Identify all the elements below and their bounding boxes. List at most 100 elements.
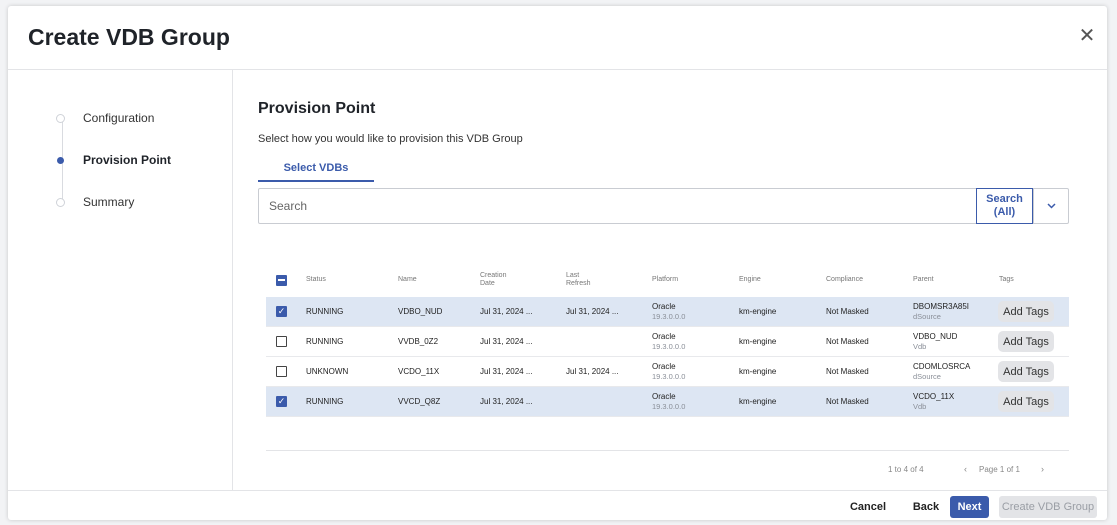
- parent-name: DBOMSR3A85I: [913, 301, 970, 311]
- row-checkbox[interactable]: ✓: [276, 306, 287, 317]
- next-button[interactable]: Next: [950, 496, 989, 518]
- cell-name: VVCD_Q8Z: [398, 397, 441, 406]
- parent-type: dSource: [913, 311, 941, 321]
- header-last-refresh[interactable]: Last Refresh: [566, 263, 600, 297]
- header-name[interactable]: Name: [398, 263, 417, 297]
- header-platform[interactable]: Platform: [652, 263, 678, 297]
- cell-parent: VCDO_11X Vdb: [913, 387, 954, 416]
- table-row[interactable]: UNKNOWN VCDO_11X Jul 31, 2024 ... Jul 31…: [266, 357, 1069, 387]
- platform-version: 19.3.0.0.0: [652, 401, 686, 411]
- vdb-table: Status Name Creation Date Last Refresh P…: [266, 263, 1069, 417]
- cell-compliance: Not Masked: [826, 367, 869, 376]
- table-footer-divider: [266, 450, 1069, 451]
- header-compliance[interactable]: Compliance: [826, 263, 863, 297]
- cell-parent: DBOMSR3A85I dSource: [913, 297, 969, 326]
- cell-created: Jul 31, 2024 ...: [480, 337, 533, 346]
- chevron-left-icon[interactable]: ‹: [964, 464, 967, 474]
- step-dot-icon: [56, 197, 65, 207]
- cell-refreshed: Jul 31, 2024 ...: [566, 307, 619, 316]
- step-label: Summary: [83, 195, 135, 209]
- cell-status: RUNNING: [306, 307, 344, 316]
- cell-created: Jul 31, 2024 ...: [480, 397, 533, 406]
- section-title: Provision Point: [258, 100, 376, 117]
- platform-version: 19.3.0.0.0: [652, 371, 686, 381]
- cell-platform: Oracle 19.3.0.0.0: [652, 357, 685, 386]
- row-checkbox[interactable]: [276, 336, 287, 347]
- select-all-cell: [276, 263, 287, 297]
- row-checkbox[interactable]: [276, 366, 287, 377]
- dialog-header: Create VDB Group ✕: [8, 6, 1107, 70]
- main-content: Provision Point Select how you would lik…: [258, 70, 1107, 490]
- add-tags-button[interactable]: Add Tags: [998, 331, 1054, 352]
- cell-created: Jul 31, 2024 ...: [480, 307, 533, 316]
- add-tags-button[interactable]: Add Tags: [998, 391, 1054, 412]
- cell-compliance: Not Masked: [826, 307, 869, 316]
- search-scope-label: Search (All): [986, 193, 1023, 218]
- header-engine[interactable]: Engine: [739, 263, 761, 297]
- close-icon[interactable]: ✕: [1075, 24, 1099, 48]
- cell-refreshed: Jul 31, 2024 ...: [566, 367, 619, 376]
- create-vdb-group-dialog: Create VDB Group ✕ Configuration Provisi…: [8, 6, 1107, 520]
- platform-version: 19.3.0.0.0: [652, 341, 686, 351]
- step-label: Configuration: [83, 111, 155, 125]
- cell-parent: CDOMLOSRCA dSource: [913, 357, 970, 386]
- step-summary[interactable]: Summary: [56, 192, 134, 212]
- search-input[interactable]: [259, 189, 976, 223]
- platform-name: Oracle: [652, 361, 676, 371]
- pagination-page: Page 1 of 1: [979, 465, 1020, 474]
- header-tags[interactable]: Tags: [999, 263, 1014, 297]
- search-bar: Search (All): [258, 188, 1069, 224]
- step-label: Provision Point: [83, 153, 172, 167]
- cell-engine: km-engine: [739, 337, 777, 346]
- add-tags-button[interactable]: Add Tags: [998, 361, 1054, 382]
- add-tags-button[interactable]: Add Tags: [998, 301, 1054, 322]
- parent-name: CDOMLOSRCA: [913, 361, 971, 371]
- parent-name: VCDO_11X: [913, 391, 955, 401]
- table-row[interactable]: ✓ RUNNING VDBO_NUD Jul 31, 2024 ... Jul …: [266, 297, 1069, 327]
- cell-parent: VDBO_NUD Vdb: [913, 327, 957, 356]
- back-button[interactable]: Back: [911, 496, 941, 518]
- step-dot-active-icon: [57, 156, 64, 164]
- section-description: Select how you would like to provision t…: [258, 133, 523, 145]
- tab-select-vdbs[interactable]: Select VDBs: [258, 156, 374, 182]
- parent-type: Vdb: [913, 401, 927, 411]
- step-provision-point[interactable]: Provision Point: [56, 150, 171, 170]
- header-parent[interactable]: Parent: [913, 263, 934, 297]
- header-creation-date[interactable]: Creation Date: [480, 263, 520, 297]
- table-row[interactable]: RUNNING VVDB_0Z2 Jul 31, 2024 ... Oracle…: [266, 327, 1069, 357]
- cell-engine: km-engine: [739, 307, 777, 316]
- wizard-stepper: Configuration Provision Point Summary: [8, 70, 233, 490]
- step-dot-icon: [56, 113, 65, 123]
- cell-created: Jul 31, 2024 ...: [480, 367, 533, 376]
- cell-compliance: Not Masked: [826, 397, 869, 406]
- cell-status: UNKNOWN: [306, 367, 349, 376]
- cell-compliance: Not Masked: [826, 337, 869, 346]
- create-vdb-group-button[interactable]: Create VDB Group: [999, 496, 1097, 518]
- cancel-button[interactable]: Cancel: [850, 496, 886, 518]
- table-row[interactable]: ✓ RUNNING VVCD_Q8Z Jul 31, 2024 ... Orac…: [266, 387, 1069, 417]
- platform-name: Oracle: [652, 331, 676, 341]
- cell-status: RUNNING: [306, 397, 344, 406]
- row-checkbox[interactable]: ✓: [276, 396, 287, 407]
- platform-name: Oracle: [652, 301, 676, 311]
- table-header: Status Name Creation Date Last Refresh P…: [266, 263, 1069, 297]
- cell-name: VDBO_NUD: [398, 307, 443, 316]
- cell-name: VCDO_11X: [398, 367, 440, 376]
- parent-type: dSource: [913, 371, 941, 381]
- header-status[interactable]: Status: [306, 263, 326, 297]
- pagination-count: 1 to 4 of 4: [888, 465, 924, 474]
- chevron-down-icon[interactable]: [1033, 189, 1068, 223]
- platform-version: 19.3.0.0.0: [652, 311, 686, 321]
- chevron-right-icon[interactable]: ›: [1041, 464, 1044, 474]
- cell-name: VVDB_0Z2: [398, 337, 439, 346]
- dialog-title: Create VDB Group: [28, 24, 230, 50]
- cell-platform: Oracle 19.3.0.0.0: [652, 387, 685, 416]
- cell-status: RUNNING: [306, 337, 344, 346]
- cell-platform: Oracle 19.3.0.0.0: [652, 327, 685, 356]
- platform-name: Oracle: [652, 391, 676, 401]
- cell-engine: km-engine: [739, 397, 777, 406]
- step-configuration[interactable]: Configuration: [56, 108, 154, 128]
- search-scope-button[interactable]: Search (All): [976, 188, 1033, 224]
- select-all-checkbox[interactable]: [276, 274, 287, 286]
- dialog-footer: Cancel Back Next Create VDB Group: [8, 490, 1107, 520]
